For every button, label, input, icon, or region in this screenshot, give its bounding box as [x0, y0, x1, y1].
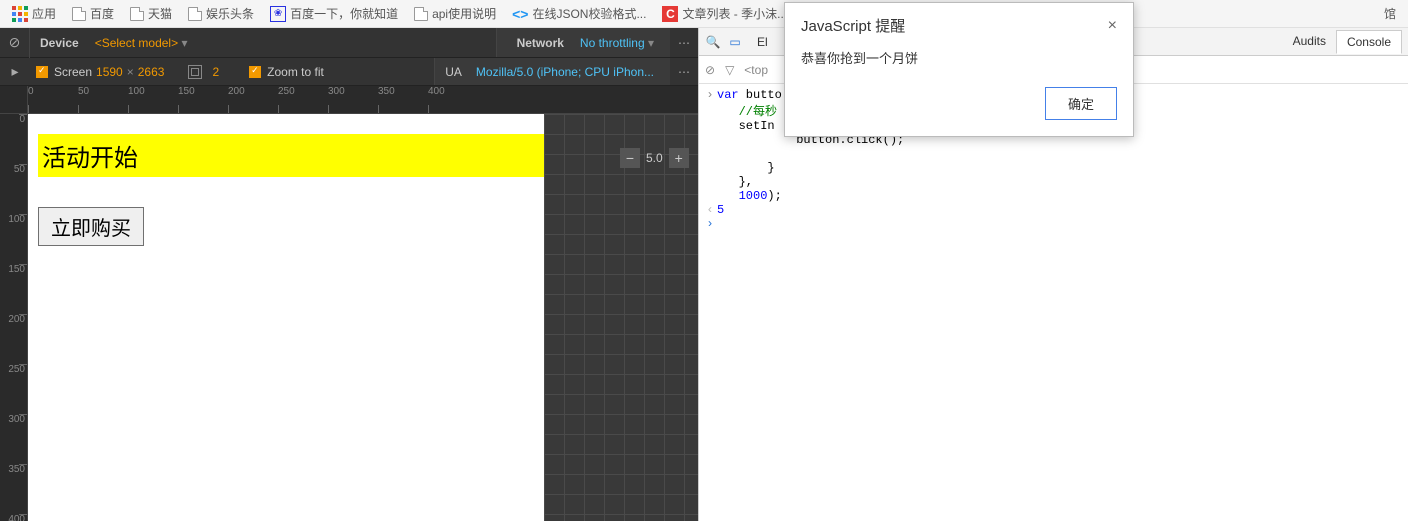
activity-title: 活动开始: [38, 134, 546, 177]
bookmark-api-docs[interactable]: api使用说明: [408, 3, 502, 24]
tab-console[interactable]: Console: [1336, 30, 1402, 54]
ua-label: UA: [445, 65, 470, 79]
buy-now-button[interactable]: 立即购买: [38, 207, 144, 246]
screen-checkbox[interactable]: [36, 66, 48, 78]
grid-background: [544, 114, 698, 521]
device-toolbar-2: ▸ Screen 1590 × 2663 2 Zoom to fit UA Mo…: [0, 58, 698, 86]
apps-icon: [12, 6, 28, 22]
ua-section: UA Mozilla/5.0 (iPhone; CPU iPhon...: [434, 58, 670, 85]
bookmark-tmall[interactable]: 天猫: [124, 3, 178, 24]
zoom-checkbox[interactable]: [249, 66, 261, 78]
chevron-down-icon: ▾: [648, 36, 654, 50]
file-icon: [72, 7, 86, 21]
bookmark-guan[interactable]: 馆: [1378, 3, 1402, 24]
alert-title: JavaScript 提醒: [801, 15, 905, 36]
clear-icon[interactable]: ⊘: [0, 28, 30, 58]
emulated-page: 活动开始 立即购买: [38, 134, 546, 246]
throttling-dropdown[interactable]: No throttling ▾: [574, 36, 660, 50]
search-icon[interactable]: 🔍: [703, 35, 723, 49]
console-output-caret: ‹: [703, 203, 717, 217]
bookmark-entertainment[interactable]: 娱乐头条: [182, 3, 260, 24]
device-emulation-panel: ⊘ Device <Select model> ▾ Network No thr…: [0, 28, 698, 521]
baidu-icon: ❀: [270, 6, 286, 22]
more-icon[interactable]: ⋯: [670, 36, 698, 50]
file-icon: [130, 7, 144, 21]
zoom-label: Zoom to fit: [267, 65, 324, 79]
bookmark-baidu-know[interactable]: ❀百度一下，你就知道: [264, 3, 404, 24]
select-model-dropdown[interactable]: <Select model> ▾: [89, 36, 194, 50]
tab-audits[interactable]: Audits: [1283, 30, 1336, 53]
zoom-out-button[interactable]: −: [620, 148, 640, 168]
bookmark-articles[interactable]: C文章列表 - 季小沫...: [656, 3, 793, 24]
apps-button[interactable]: 应用: [6, 3, 62, 24]
context-selector[interactable]: <top: [744, 63, 768, 77]
js-alert-dialog: JavaScript 提醒 × 恭喜你抢到一个月饼 确定: [784, 2, 1134, 137]
console-input-caret: ›: [703, 88, 717, 102]
file-icon: [414, 7, 428, 21]
json-icon: <>: [512, 6, 528, 22]
chevron-down-icon: ▾: [181, 36, 187, 50]
console-body[interactable]: ›var butto //每秒 setIn button.click(); } …: [699, 84, 1408, 521]
ruler-horizontal: 0 50 100 150 200 250 300 350 400: [28, 86, 698, 114]
device-toolbar: ⊘ Device <Select model> ▾ Network No thr…: [0, 28, 698, 58]
rotate-icon[interactable]: [188, 65, 202, 79]
filter-icon[interactable]: ▽: [725, 63, 734, 77]
alert-message: 恭喜你抢到一个月饼: [785, 44, 1133, 87]
network-section: Network No throttling ▾: [496, 28, 670, 57]
close-icon[interactable]: ×: [1108, 17, 1117, 35]
ruler-corner: [0, 86, 28, 114]
main-area: ⊘ Device <Select model> ▾ Network No thr…: [0, 28, 1408, 521]
dpr-value[interactable]: 2: [208, 65, 223, 79]
ruler-vertical: 0 50 100 150 200 250 300 350 400: [0, 114, 28, 521]
screen-width[interactable]: 1590: [92, 65, 127, 79]
bookmarks-bar: 应用 百度 天猫 娱乐头条 ❀百度一下，你就知道 api使用说明 <>在线JSO…: [0, 0, 1408, 28]
device-label: Device: [30, 36, 89, 50]
zoom-value: 5.0: [646, 151, 663, 165]
apps-label: 应用: [32, 5, 56, 22]
dimension-separator: ×: [127, 65, 134, 79]
file-icon: [188, 7, 202, 21]
screen-label: Screen: [54, 65, 92, 79]
more-icon[interactable]: ⋯: [670, 65, 698, 79]
zoom-in-button[interactable]: +: [669, 148, 689, 168]
c-icon: C: [662, 6, 678, 22]
zoom-controls: − 5.0 +: [620, 148, 689, 168]
clear-console-icon[interactable]: ⊘: [705, 63, 715, 77]
console-prompt-caret: ›: [703, 217, 717, 231]
bookmark-baidu[interactable]: 百度: [66, 3, 120, 24]
network-label: Network: [507, 36, 574, 50]
bookmark-json-validator[interactable]: <>在线JSON校验格式...: [506, 3, 652, 24]
drawer-toggle-icon[interactable]: ▸: [0, 57, 30, 87]
alert-ok-button[interactable]: 确定: [1045, 87, 1117, 120]
tab-elements[interactable]: El: [747, 31, 778, 53]
ua-value[interactable]: Mozilla/5.0 (iPhone; CPU iPhon...: [470, 65, 660, 79]
screen-height[interactable]: 2663: [134, 65, 169, 79]
device-mode-icon[interactable]: ▭: [725, 35, 745, 49]
